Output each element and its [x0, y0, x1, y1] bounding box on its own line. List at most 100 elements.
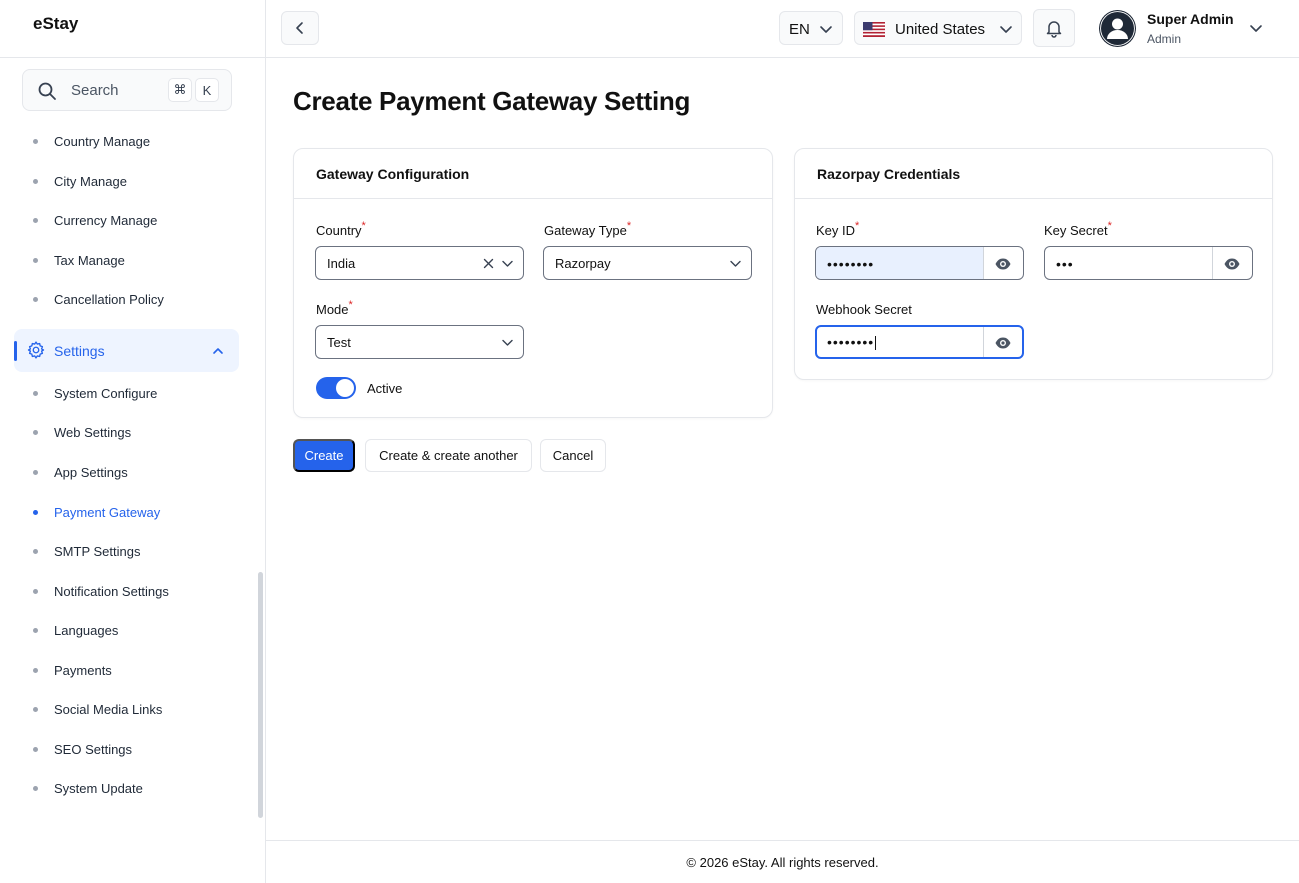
us-flag-icon — [863, 22, 885, 37]
sidebar-item-tax-manage[interactable]: Tax Manage — [0, 242, 260, 278]
language-select[interactable]: EN — [779, 11, 843, 45]
country-select[interactable]: United States — [854, 11, 1022, 45]
bullet-icon — [33, 429, 38, 435]
sidebar-item-label: SEO Settings — [54, 741, 133, 757]
sidebar-item-label: Social Media Links — [54, 701, 163, 717]
copyright-text: © 2026 eStay. All rights reserved. — [686, 855, 879, 870]
required-marker: * — [361, 220, 366, 232]
user-role: Admin — [1147, 32, 1182, 46]
sidebar-item-label: City Manage — [54, 173, 127, 189]
page-title: Create Payment Gateway Setting — [293, 86, 691, 116]
user-name: Super Admin — [1147, 11, 1234, 27]
sidebar-item-label: Web Settings — [54, 424, 132, 440]
sidebar-item-system-update[interactable]: System Update — [0, 770, 260, 806]
required-marker: * — [348, 299, 353, 311]
key-secret-text-area[interactable]: ••• — [1045, 247, 1213, 279]
eye-icon[interactable] — [994, 255, 1012, 273]
bullet-icon — [33, 706, 38, 712]
eye-icon[interactable] — [1223, 255, 1241, 273]
topbar: EN United States Super Admin Admin — [266, 0, 1299, 58]
bullet-icon — [33, 138, 38, 144]
search-button[interactable]: Search ⌘ K — [22, 69, 232, 111]
active-toggle-label: Active — [367, 381, 403, 396]
webhook-secret-text-area[interactable]: •••••••• — [817, 327, 984, 357]
shortcut-mod-key: ⌘ — [168, 78, 192, 102]
chevron-left-icon — [296, 22, 303, 34]
create-button[interactable]: Create — [293, 439, 355, 472]
sidebar-item-label: SMTP Settings — [54, 543, 141, 559]
avatar — [1099, 10, 1136, 47]
sidebar-item-system-configure[interactable]: System Configure — [0, 375, 260, 411]
sidebar-item-payments[interactable]: Payments — [0, 652, 260, 688]
bullet-icon — [33, 746, 38, 752]
webhook-secret-field-label: Webhook Secret — [816, 302, 912, 317]
sidebar-item-city-manage[interactable]: City Manage — [0, 163, 260, 199]
notifications-button[interactable] — [1033, 9, 1075, 47]
sidebar-item-label: Country Manage — [54, 133, 151, 149]
gateway-type-select[interactable]: Razorpay — [543, 246, 752, 280]
gateway-type-value: Razorpay — [555, 256, 611, 271]
country-value: United States — [895, 21, 986, 38]
bullet-icon — [33, 390, 38, 396]
mode-field-label: Mode* — [316, 299, 353, 317]
sidebar-item-seo-settings[interactable]: SEO Settings — [0, 731, 260, 767]
chevron-down-icon — [502, 339, 513, 346]
required-marker: * — [626, 220, 632, 232]
sidebar-item-social-media-links[interactable]: Social Media Links — [0, 691, 260, 727]
bullet-icon — [33, 588, 38, 594]
razorpay-credentials-card: Razorpay Credentials Key ID* •••••••• Ke… — [794, 148, 1273, 380]
key-id-input[interactable]: •••••••• — [815, 246, 1024, 280]
sidebar: eStay Search ⌘ K Country Manage City Man… — [0, 0, 266, 883]
search-icon — [38, 82, 56, 100]
collapse-sidebar-button[interactable] — [281, 11, 319, 45]
bullet-icon — [33, 667, 38, 673]
key-secret-masked-value: ••• — [1056, 256, 1074, 272]
create-another-button[interactable]: Create & create another — [365, 439, 532, 472]
key-id-text-area[interactable]: •••••••• — [816, 247, 984, 279]
key-id-field-label: Key ID* — [816, 220, 860, 238]
mode-value: Test — [327, 335, 351, 350]
sidebar-item-languages[interactable]: Languages — [0, 612, 260, 648]
mode-select[interactable]: Test — [315, 325, 524, 359]
sidebar-item-label: App Settings — [54, 464, 128, 480]
gear-icon — [27, 341, 45, 359]
sidebar-item-label: Cancellation Policy — [54, 291, 164, 307]
key-secret-input[interactable]: ••• — [1044, 246, 1253, 280]
gateway-configuration-card: Gateway Configuration Country* India Gat… — [293, 148, 773, 418]
sidebar-item-payment-gateway[interactable]: Payment Gateway — [0, 494, 260, 530]
webhook-secret-input[interactable]: •••••••• — [815, 325, 1024, 359]
brand-logo[interactable]: eStay — [0, 0, 265, 58]
chevron-down-icon — [820, 26, 832, 33]
bullet-icon — [33, 257, 38, 263]
sidebar-item-country-manage[interactable]: Country Manage — [0, 123, 260, 159]
toggle-knob — [336, 379, 354, 397]
cancel-button[interactable]: Cancel — [540, 439, 606, 472]
language-value: EN — [789, 21, 810, 38]
sidebar-item-web-settings[interactable]: Web Settings — [0, 414, 260, 450]
country-select-value: India — [327, 256, 356, 271]
sidebar-group-label: Settings — [54, 343, 105, 359]
active-toggle[interactable] — [316, 377, 356, 399]
sidebar-item-currency-manage[interactable]: Currency Manage — [0, 202, 260, 238]
card-title: Gateway Configuration — [294, 149, 772, 199]
bullet-icon — [33, 785, 38, 791]
user-menu[interactable]: Super Admin Admin — [1099, 9, 1269, 49]
eye-icon[interactable] — [994, 334, 1012, 352]
sidebar-item-label: Tax Manage — [54, 252, 125, 268]
shortcut-key: K — [195, 78, 219, 102]
key-secret-field-label: Key Secret* — [1044, 220, 1112, 238]
chevron-up-icon — [213, 348, 223, 354]
gateway-type-field-label: Gateway Type* — [544, 220, 632, 238]
sidebar-group-settings[interactable]: Settings — [14, 329, 239, 372]
sidebar-item-cancellation-policy[interactable]: Cancellation Policy — [0, 281, 260, 317]
sidebar-item-smtp-settings[interactable]: SMTP Settings — [0, 533, 260, 569]
clear-icon[interactable] — [482, 257, 495, 270]
country-select-field[interactable]: India — [315, 246, 524, 280]
text-caret — [875, 336, 877, 351]
sidebar-scrollbar[interactable] — [258, 572, 263, 818]
card-title: Razorpay Credentials — [795, 149, 1272, 199]
sidebar-item-app-settings[interactable]: App Settings — [0, 454, 260, 490]
chevron-down-icon — [730, 260, 741, 267]
sidebar-item-notification-settings[interactable]: Notification Settings — [0, 573, 260, 609]
country-field-label: Country* — [316, 220, 366, 238]
